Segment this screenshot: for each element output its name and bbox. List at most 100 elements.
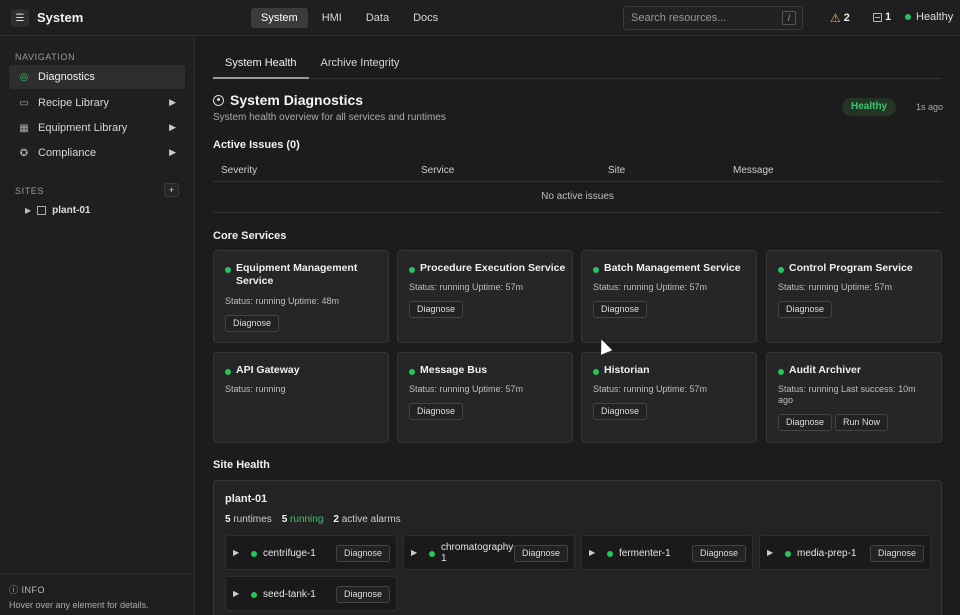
column-header-site[interactable]: Site [608, 165, 625, 176]
runtime-card[interactable]: ▶ seed-tank-1 Diagnose [225, 576, 397, 611]
page-title: System Diagnostics [213, 92, 363, 108]
sidebar-item-recipe-library[interactable]: ▭ Recipe Library ▶ [9, 91, 185, 115]
last-updated: 1s ago [916, 102, 944, 112]
target-icon: ◎ [19, 71, 29, 83]
service-meta: Status: running Uptime: 57m [409, 282, 524, 292]
sidebar-item-label: Recipe Library [38, 97, 109, 109]
runtime-card[interactable]: ▶ fermenter-1 Diagnose [581, 535, 753, 570]
health-indicator[interactable]: Healthy [905, 11, 953, 23]
service-name: Procedure Execution Service [420, 262, 566, 274]
status-dot-icon [778, 369, 784, 375]
diagnose-button[interactable]: Diagnose [409, 403, 464, 420]
diagnose-button[interactable]: Diagnose [335, 545, 390, 562]
page-subtitle: System health overview for all services … [213, 112, 446, 123]
site-label: plant-01 [52, 205, 91, 216]
nav-tab-data[interactable]: Data [356, 8, 399, 28]
tab-system-health[interactable]: System Health [213, 51, 309, 79]
status-dot-icon [409, 267, 415, 273]
nav-tab-system[interactable]: System [251, 8, 308, 28]
column-header-service[interactable]: Service [421, 165, 454, 176]
expand-arrow-icon[interactable]: ▶ [233, 548, 239, 557]
service-meta: Status: running Uptime: 48m [225, 296, 340, 306]
messages-count: 1 [885, 11, 892, 23]
menu-icon[interactable]: ☰ [11, 9, 29, 27]
service-name: Equipment Management Service [236, 262, 358, 287]
runtime-card[interactable]: ▶ media-prep-1 Diagnose [759, 535, 931, 570]
expand-arrow-icon[interactable]: ▶ [25, 206, 31, 215]
service-card-message-bus: Message Bus Status: running Uptime: 57m … [397, 352, 573, 443]
service-card-control-program: Control Program Service Status: running … [766, 250, 942, 343]
main-content: System Health Archive Integrity System D… [195, 37, 960, 615]
expand-arrow-icon[interactable]: ▶ [169, 122, 176, 133]
sidebar-item-diagnostics[interactable]: ◎ Diagnostics [9, 65, 185, 89]
building-icon [37, 206, 47, 215]
column-header-severity[interactable]: Severity [221, 165, 257, 176]
info-title: ⓘ INFO [9, 583, 186, 596]
search-shortcut-hint: / [782, 11, 796, 25]
page-tabs: System Health Archive Integrity [213, 51, 942, 79]
sidebar-item-label: Diagnostics [38, 71, 95, 83]
info-panel: ⓘ INFO Hover over any element for detail… [0, 573, 195, 615]
service-meta: Status: running Uptime: 57m [409, 384, 524, 394]
column-header-message[interactable]: Message [733, 165, 774, 176]
runtime-name: centrifuge-1 [263, 548, 316, 559]
service-meta: Status: running Uptime: 57m [778, 282, 893, 292]
service-name: Message Bus [420, 364, 488, 376]
active-issues-title: Active Issues (0) [213, 139, 300, 151]
running-stat: 5 running [281, 514, 324, 525]
health-label: Healthy [916, 11, 954, 23]
page-title-text: System Diagnostics [230, 92, 364, 108]
search-box: / [623, 6, 803, 30]
service-name: API Gateway [236, 364, 300, 376]
runtime-card[interactable]: ▶ chromatography-1 Diagnose [403, 535, 575, 570]
expand-arrow-icon[interactable]: ▶ [589, 548, 595, 557]
sidebar-site-item[interactable]: ▶ plant-01 [25, 205, 91, 216]
service-card-equipment-management: Equipment Management Service Status: run… [213, 250, 389, 343]
diagnose-button[interactable]: Diagnose [513, 545, 568, 562]
service-meta: Status: running Last success: 10m ago [778, 384, 916, 405]
diagnose-button[interactable]: Diagnose [225, 315, 280, 332]
site-health-title: Site Health [213, 459, 270, 471]
expand-arrow-icon[interactable]: ▶ [767, 548, 773, 557]
service-name: Audit Archiver [789, 364, 861, 376]
tab-archive-integrity[interactable]: Archive Integrity [309, 51, 412, 79]
status-dot-icon [251, 592, 257, 598]
sidebar-item-label: Compliance [38, 147, 97, 159]
run-now-button[interactable]: Run Now [835, 414, 889, 431]
info-text: Hover over any element for details. [9, 600, 149, 610]
diagnose-button[interactable]: Diagnose [778, 301, 833, 318]
sidebar: NAVIGATION ◎ Diagnostics ▭ Recipe Librar… [0, 37, 195, 615]
service-card-procedure-execution: Procedure Execution Service Status: runn… [397, 250, 573, 343]
warning-icon: ⚠ [830, 11, 841, 25]
core-services-title: Core Services [213, 230, 287, 242]
diagnose-button[interactable]: Diagnose [691, 545, 746, 562]
expand-arrow-icon[interactable]: ▶ [233, 589, 239, 598]
status-dot-icon [225, 267, 231, 273]
diagnose-button[interactable]: Diagnose [778, 414, 833, 431]
status-badge: Healthy [842, 98, 897, 116]
top-nav: System HMI Data Docs [251, 8, 448, 28]
nav-tab-hmi[interactable]: HMI [312, 8, 352, 28]
sidebar-item-equipment-library[interactable]: ▦ Equipment Library ▶ [9, 116, 185, 140]
add-site-button[interactable]: + [164, 183, 179, 197]
diagnose-button[interactable]: Diagnose [593, 301, 648, 318]
alerts-indicator[interactable]: ⚠ 2 [830, 11, 850, 25]
sidebar-item-compliance[interactable]: ✪ Compliance ▶ [9, 141, 185, 165]
diagnose-button[interactable]: Diagnose [593, 403, 648, 420]
runtime-card[interactable]: ▶ centrifuge-1 Diagnose [225, 535, 397, 570]
diagnose-button[interactable]: Diagnose [409, 301, 464, 318]
info-title-label: INFO [21, 585, 46, 595]
expand-arrow-icon[interactable]: ▶ [169, 147, 176, 158]
status-dot-icon [607, 551, 613, 557]
search-input[interactable] [624, 7, 774, 29]
site-name: plant-01 [225, 493, 268, 505]
service-meta: Status: running [225, 384, 286, 394]
expand-arrow-icon[interactable]: ▶ [169, 97, 176, 108]
diagnose-button[interactable]: Diagnose [869, 545, 924, 562]
messages-indicator[interactable]: 1 [873, 11, 891, 23]
expand-arrow-icon[interactable]: ▶ [411, 548, 417, 557]
diagnose-button[interactable]: Diagnose [335, 586, 390, 603]
nav-tab-docs[interactable]: Docs [403, 8, 448, 28]
runtime-name: chromatography-1 [441, 542, 517, 564]
sites-heading: SITES [15, 186, 45, 196]
